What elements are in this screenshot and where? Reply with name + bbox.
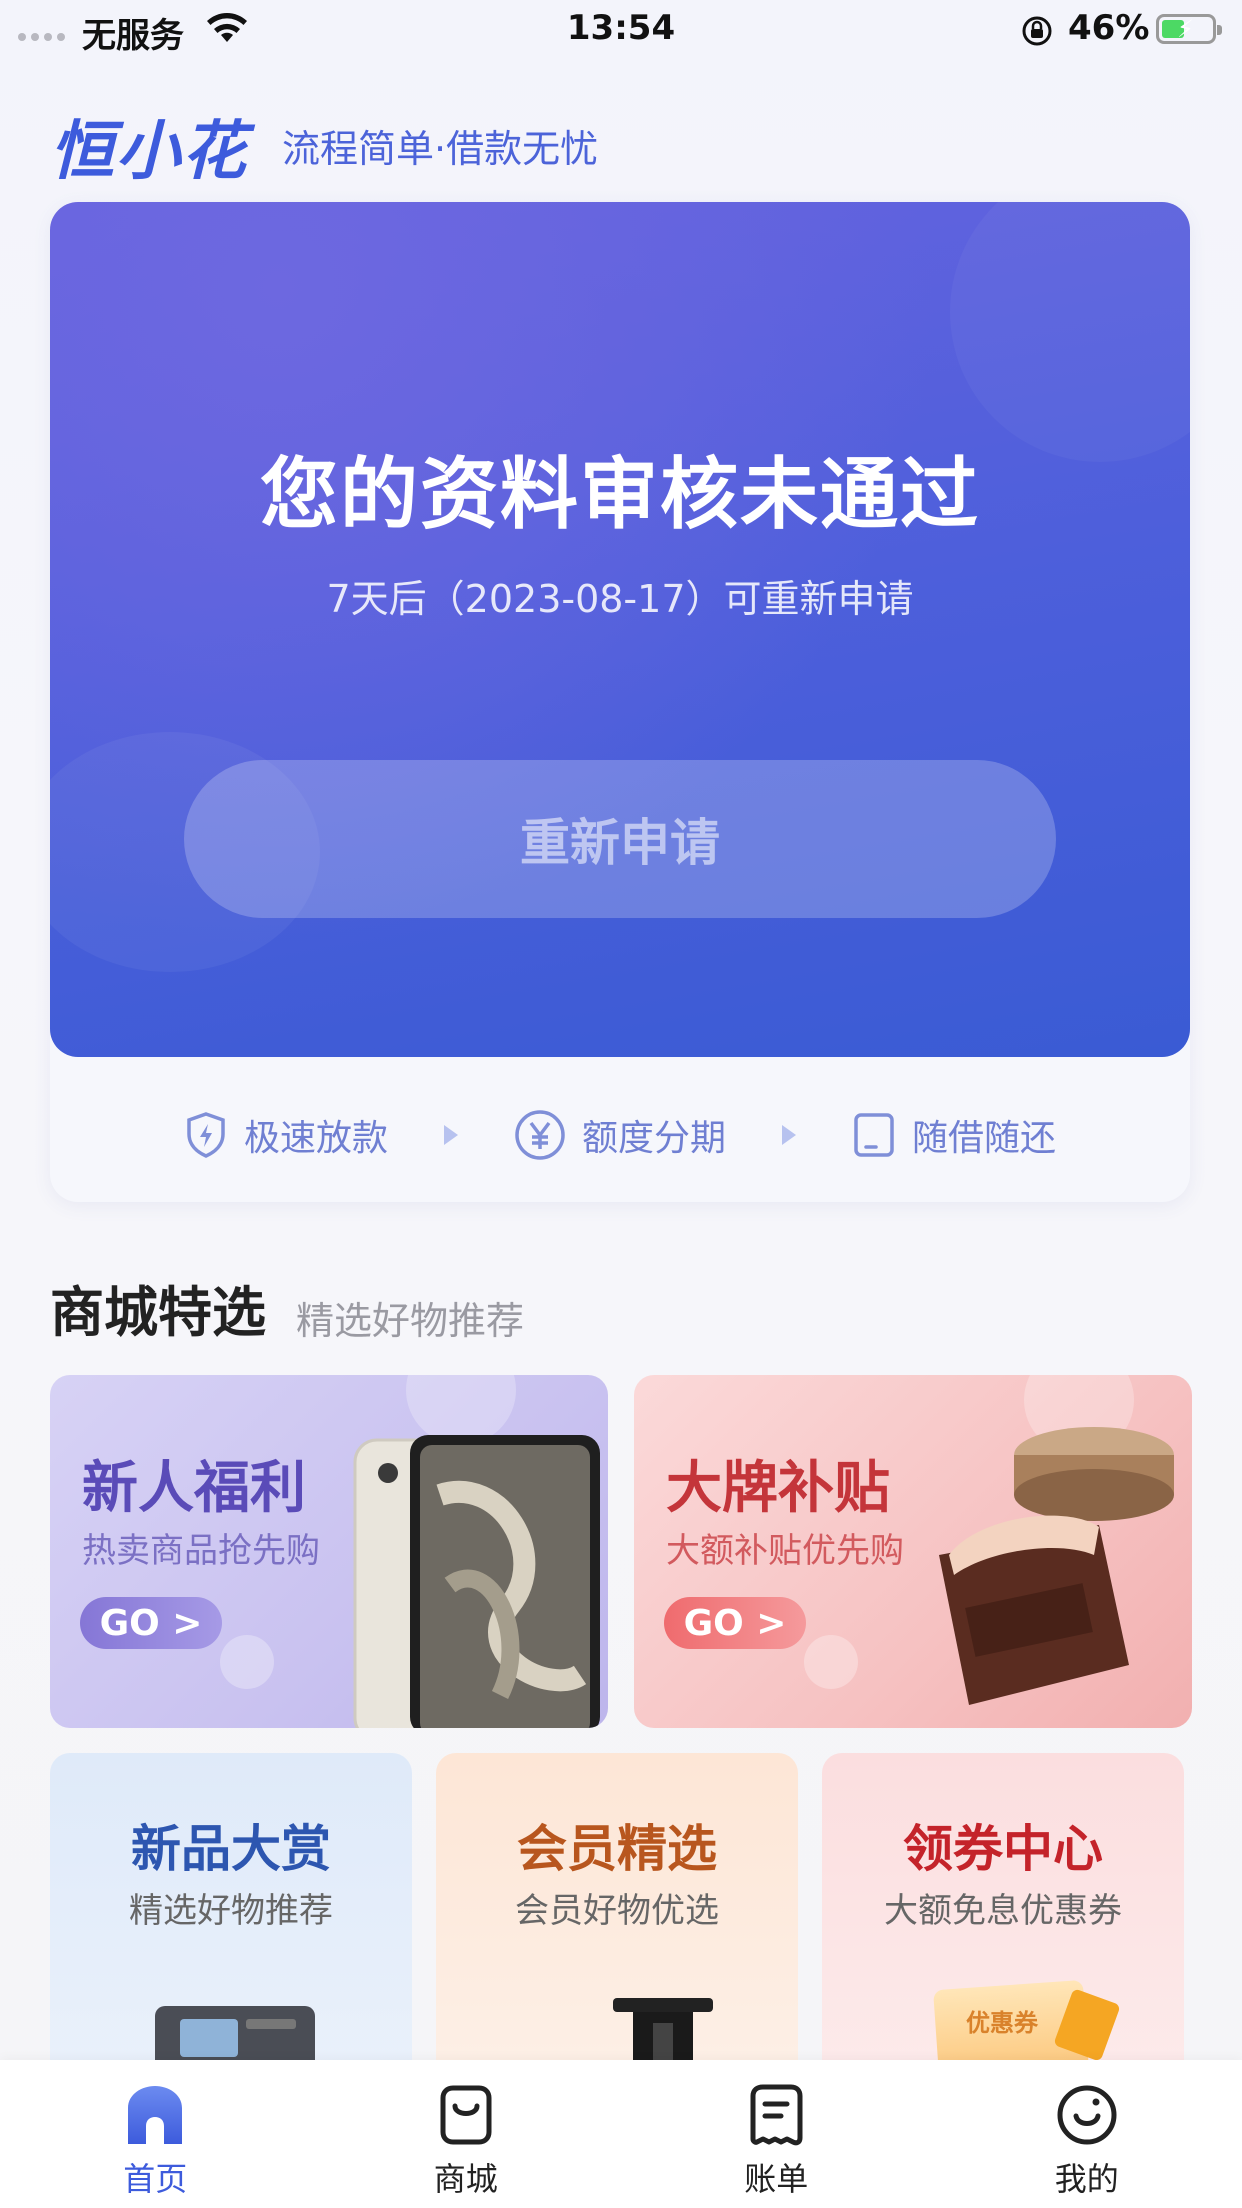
promo-title: 大牌补贴 <box>666 1456 890 1521</box>
tablet-product-image <box>353 1435 600 1728</box>
category-card-new-products[interactable]: 新品大赏 精选好物推荐 <box>50 1753 412 2093</box>
tab-label: 商城 <box>433 2160 498 2198</box>
category-subtitle: 会员好物优选 <box>515 1891 719 1931</box>
status-bar: 无服务 13:54 46% ⚡ <box>0 0 1242 60</box>
clock: 13:54 <box>566 8 676 48</box>
coupon-label: 优惠券 <box>966 2009 1038 2037</box>
app-slogan: 流程简单·借款无忧 <box>282 127 599 171</box>
category-card-member-picks[interactable]: 会员精选 会员好物优选 <box>436 1753 798 2093</box>
rotation-lock-icon <box>1022 16 1052 46</box>
smiley-icon <box>1057 2085 1117 2145</box>
app-logo: 恒小花 <box>50 115 248 189</box>
review-status-title: 您的资料审核未通过 <box>259 450 980 540</box>
promo-card-new-user[interactable]: 新人福利 热卖商品抢先购 GO > <box>50 1375 608 1728</box>
promo-card-brand-subsidy[interactable]: 大牌补贴 大额补贴优先购 GO > <box>634 1375 1192 1728</box>
reapply-button[interactable]: 重新申请 <box>184 760 1056 918</box>
tab-label: 我的 <box>1054 2160 1119 2198</box>
feature-label: 额度分期 <box>581 1118 726 1159</box>
feature-strip: 极速放款 额度分期 随借随还 <box>50 1070 1190 1200</box>
cosmetics-product-image <box>939 1427 1174 1705</box>
tab-bar: 首页 商城 账单 我的 <box>0 2060 1242 2208</box>
promo-subtitle: 大额补贴优先购 <box>666 1531 904 1571</box>
tab-bills[interactable]: 账单 <box>621 2060 932 2208</box>
phone-icon <box>854 1113 894 1157</box>
arrow-right-icon <box>782 1125 796 1145</box>
battery-icon: ⚡ <box>1156 14 1222 44</box>
tab-mall[interactable]: 商城 <box>311 2060 622 2208</box>
shield-lightning-icon <box>187 1112 225 1158</box>
category-title: 会员精选 <box>517 1820 717 1878</box>
category-subtitle: 大额免息优惠券 <box>884 1891 1122 1931</box>
yuan-circle-icon <box>515 1110 565 1160</box>
promo-title: 新人福利 <box>82 1456 306 1521</box>
arrow-right-icon <box>443 1125 458 1145</box>
feature-flexible-repay: 随借随还 <box>852 1109 1056 1161</box>
tab-label: 首页 <box>123 2160 188 2198</box>
shopping-bag-icon <box>440 2085 492 2145</box>
category-title: 新品大赏 <box>131 1820 331 1878</box>
go-button[interactable]: GO > <box>664 1597 806 1649</box>
feature-label: 随借随还 <box>912 1118 1057 1159</box>
go-button[interactable]: GO > <box>80 1597 222 1649</box>
review-status-card: 您的资料审核未通过 7天后（2023-08-17）可重新申请 重新申请 <box>50 202 1190 1057</box>
category-subtitle: 精选好物推荐 <box>129 1891 333 1931</box>
reapply-date-note: 7天后（2023-08-17）可重新申请 <box>326 577 914 621</box>
feature-fast-loan: 极速放款 <box>184 1109 388 1161</box>
home-icon <box>128 2086 183 2144</box>
tab-label: 账单 <box>744 2160 809 2198</box>
bill-icon <box>750 2084 803 2146</box>
feature-label: 极速放款 <box>243 1118 388 1159</box>
feature-installment: 额度分期 <box>514 1109 726 1161</box>
tab-home[interactable]: 首页 <box>0 2060 311 2208</box>
section-subtitle: 精选好物推荐 <box>296 1299 525 1343</box>
tab-profile[interactable]: 我的 <box>932 2060 1242 2208</box>
category-card-coupon-center[interactable]: 领券中心 大额免息优惠券 优惠券 <box>822 1753 1184 2093</box>
section-title: 商城特选 <box>50 1281 266 1344</box>
category-title: 领券中心 <box>903 1820 1103 1878</box>
promo-subtitle: 热卖商品抢先购 <box>82 1531 320 1571</box>
battery-percent: 46% <box>1068 8 1150 48</box>
